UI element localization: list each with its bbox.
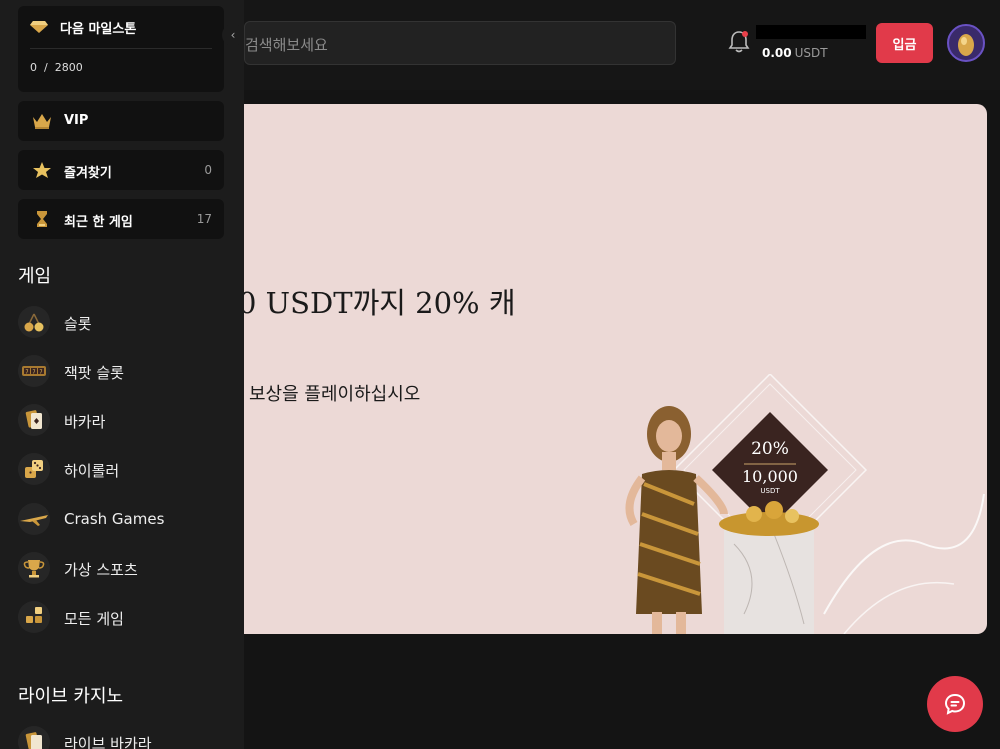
- sidebar-item-baccarat[interactable]: 바카라: [18, 400, 224, 440]
- sidebar-item-label: Crash Games: [64, 510, 165, 528]
- sidebar-item-label: 가상 스포츠: [64, 561, 138, 579]
- sidebar-item-label: 하이롤러: [64, 462, 120, 480]
- sidebar-card-label: VIP: [64, 113, 89, 128]
- promo-illustration: 20% 10,000 USDT: [625, 374, 985, 634]
- svg-text:7: 7: [32, 370, 35, 376]
- promo-banner[interactable]: 0 USDT까지 20% 캐 보상을 플레이하십시오 20% 10,000 US…: [244, 104, 987, 634]
- hourglass-icon: [37, 211, 47, 227]
- milestone-progress: 0 / 2800: [30, 61, 83, 74]
- diamond-icon: [30, 21, 48, 33]
- milestone-current: 0: [30, 61, 37, 74]
- crown-icon: [33, 114, 51, 129]
- milestone-card[interactable]: 다음 마일스톤 0 / 2800: [18, 6, 224, 92]
- sidebar-item-label: 슬롯: [64, 315, 92, 333]
- sidebar-card-recent[interactable]: 최근 한 게임 17: [18, 199, 224, 239]
- live-casino-section-title: 라이브 카지노: [18, 686, 124, 707]
- search-input[interactable]: 검색해보세요: [245, 34, 328, 55]
- sidebar-item-live-baccarat[interactable]: 라이브 바카라: [18, 722, 224, 749]
- sidebar-card-label: 즐겨찾기: [64, 166, 112, 181]
- banner-subtitle: 보상을 플레이하십시오: [249, 384, 421, 405]
- recent-count: 17: [196, 212, 212, 226]
- egg-avatar-icon: [958, 34, 974, 56]
- wallet-redacted-bar: [756, 25, 866, 39]
- svg-text:7: 7: [25, 370, 28, 376]
- games-section-title: 게임: [18, 266, 52, 287]
- badge-percent: 20%: [751, 439, 789, 459]
- grid-icon: [18, 601, 50, 633]
- cards-icon: [18, 404, 50, 436]
- favorites-count: 0: [204, 163, 212, 177]
- chat-button[interactable]: [927, 676, 983, 732]
- deposit-button[interactable]: 입금: [876, 23, 933, 63]
- sidebar-item-label: 바카라: [64, 413, 106, 431]
- plane-icon: [18, 503, 50, 535]
- badge-amount: 10,000: [742, 467, 798, 486]
- wallet-balance[interactable]: 0.00 USDT: [762, 46, 828, 60]
- sidebar-card-favorites[interactable]: 즐겨찾기 0: [18, 150, 224, 190]
- chevron-left-icon: ‹: [230, 28, 236, 42]
- sidebar-card-vip[interactable]: VIP: [18, 101, 224, 141]
- sidebar-item-label: 잭팟 슬롯: [64, 364, 124, 382]
- trophy-icon: [18, 552, 50, 584]
- milestone-divider: [30, 48, 212, 49]
- milestone-separator: /: [44, 61, 48, 74]
- cherries-icon: [18, 306, 50, 338]
- collapse-sidebar-button[interactable]: ‹: [222, 24, 244, 46]
- dice-icon: [18, 453, 50, 485]
- cards-icon: [18, 726, 50, 749]
- sidebar-item-all-games[interactable]: 모든 게임: [18, 597, 224, 637]
- sidebar-card-label: 최근 한 게임: [64, 215, 133, 230]
- wallet-currency: USDT: [794, 46, 828, 60]
- svg-text:7: 7: [39, 370, 42, 376]
- sidebar-item-virtual-sports[interactable]: 가상 스포츠: [18, 548, 224, 588]
- jackpot-slot-icon: 7 7 7: [18, 355, 50, 387]
- wallet-amount: 0.00: [762, 46, 792, 60]
- search-bar[interactable]: 검색해보세요: [244, 21, 676, 65]
- milestone-target: 2800: [54, 61, 83, 74]
- sidebar: 다음 마일스톤 0 / 2800 VIP 즐겨찾기 0 최근 한 게임 17 게…: [0, 0, 244, 749]
- milestone-title: 다음 마일스톤: [60, 22, 137, 37]
- avatar[interactable]: [947, 24, 985, 62]
- sidebar-item-jackpot-slots[interactable]: 7 7 7 잭팟 슬롯: [18, 351, 224, 391]
- star-icon: [33, 162, 51, 178]
- sidebar-item-label: 모든 게임: [64, 610, 124, 628]
- notification-dot: [742, 31, 748, 37]
- banner-title: 0 USDT까지 20% 캐: [244, 286, 516, 320]
- chat-bubble-icon: [944, 693, 966, 715]
- badge-currency: USDT: [760, 487, 780, 495]
- sidebar-item-high-roller[interactable]: 하이롤러: [18, 449, 224, 489]
- sidebar-item-label: 라이브 바카라: [64, 735, 152, 749]
- top-bar: 검색해보세요 0.00 USDT 입금: [244, 0, 1000, 90]
- sidebar-item-crash-games[interactable]: Crash Games: [18, 499, 224, 539]
- sidebar-item-slots[interactable]: 슬롯: [18, 302, 224, 342]
